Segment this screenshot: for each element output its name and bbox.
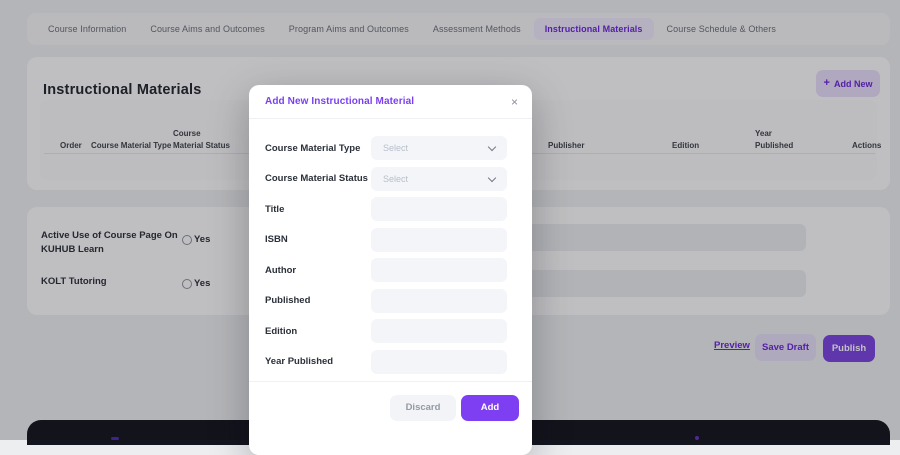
field-row-author: Author: [265, 258, 507, 282]
course-material-status-select[interactable]: Select: [371, 167, 507, 191]
course-material-type-select[interactable]: Select: [371, 136, 507, 160]
modal-header: Add New Instructional Material ×: [249, 85, 532, 119]
field-label: Author: [265, 265, 296, 276]
field-label: Course Material Type: [265, 143, 360, 154]
select-placeholder: Select: [371, 174, 408, 184]
field-label: Course Material Status: [265, 173, 368, 184]
modal-title: Add New Instructional Material: [265, 96, 414, 107]
chevron-down-icon: [488, 173, 496, 181]
field-row-year-published: Year Published: [265, 350, 507, 374]
title-input[interactable]: [371, 197, 507, 221]
field-label: Published: [265, 295, 310, 306]
field-row-edition: Edition: [265, 319, 507, 343]
published-text-input[interactable]: [371, 289, 507, 313]
field-row-course-material-type: Course Material Type Select: [265, 136, 507, 160]
author-input[interactable]: [371, 258, 507, 282]
field-row-course-material-status: Course Material StatusSelect: [265, 167, 507, 191]
field-label: Year Published: [265, 356, 333, 367]
field-label: ISBN: [265, 234, 288, 245]
modal-footer: Discard Add: [249, 381, 532, 435]
isbn-input[interactable]: [371, 228, 507, 252]
title-text-input[interactable]: [371, 197, 507, 221]
field-row-title: Title: [265, 197, 507, 221]
author-text-input[interactable]: [371, 258, 507, 282]
field-label: Edition: [265, 326, 297, 337]
field-row-isbn: ISBN: [265, 228, 507, 252]
field-label: Title: [265, 204, 284, 215]
field-row-published: Published: [265, 289, 507, 313]
discard-button[interactable]: Discard: [390, 395, 456, 421]
year-published-input[interactable]: [371, 350, 507, 374]
published-input[interactable]: [371, 289, 507, 313]
close-icon[interactable]: ×: [511, 96, 518, 108]
edition-input[interactable]: [371, 319, 507, 343]
add-button[interactable]: Add: [461, 395, 519, 421]
isbn-text-input[interactable]: [371, 228, 507, 252]
chevron-down-icon: [488, 143, 496, 151]
add-material-modal: Add New Instructional Material × Course …: [249, 85, 532, 455]
modal-form: Course Material TypeSelectCourse Materia…: [249, 119, 532, 374]
edition-text-input[interactable]: [371, 319, 507, 343]
year-published-text-input[interactable]: [371, 350, 507, 374]
select-placeholder: Select: [371, 143, 408, 153]
